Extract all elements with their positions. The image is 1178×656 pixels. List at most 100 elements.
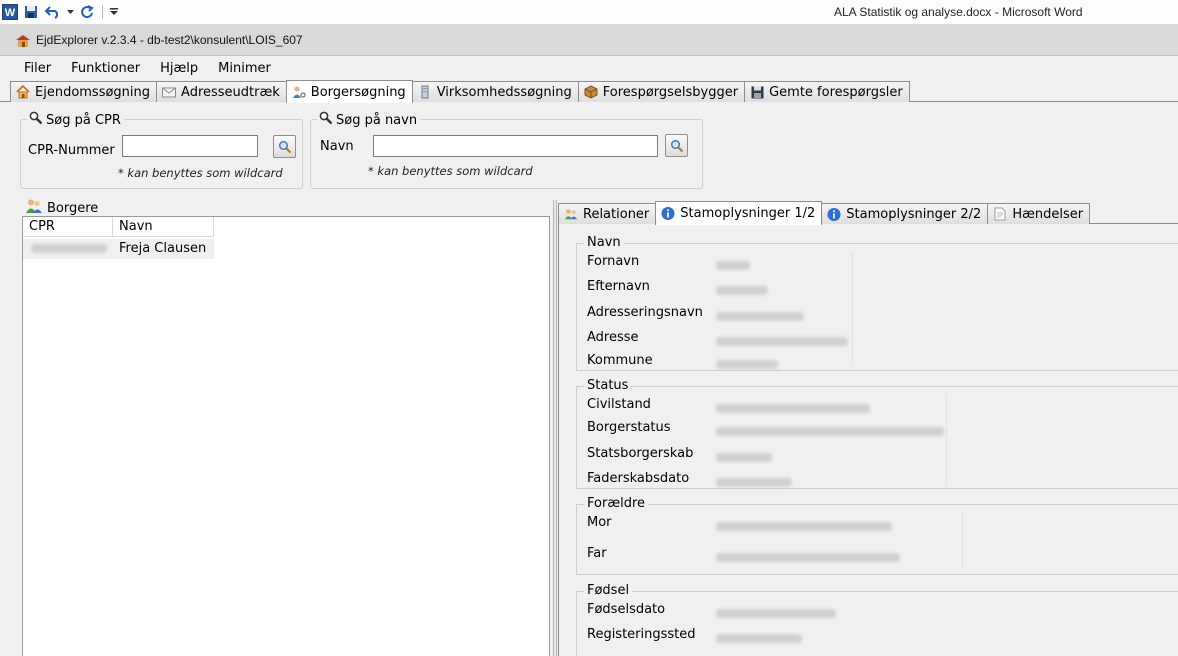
column-header-cpr[interactable]: CPR bbox=[23, 217, 113, 237]
tab-forespoergselsbygger[interactable]: Forespørgselsbygger bbox=[577, 81, 746, 102]
foedsel-section: Fødsel bbox=[576, 583, 1178, 656]
people-icon bbox=[25, 198, 43, 218]
table-row[interactable]: Freja Clausen bbox=[23, 239, 214, 259]
tab-ejendomssoegning[interactable]: Ejendomssøgning bbox=[10, 81, 158, 102]
box-icon bbox=[584, 85, 598, 99]
search-icon bbox=[670, 139, 683, 152]
kommune-label: Kommune bbox=[587, 353, 653, 368]
name-wildcard-hint: * kan benyttes som wildcard bbox=[368, 164, 533, 178]
tab-label: Stamoplysninger 2/2 bbox=[846, 206, 982, 222]
save-icon[interactable] bbox=[22, 3, 40, 21]
tab-label: Forespørgselsbygger bbox=[602, 84, 739, 100]
people-icon bbox=[564, 207, 578, 221]
person-icon bbox=[292, 85, 306, 99]
adresseringsnavn-label: Adresseringsnavn bbox=[587, 305, 703, 320]
cpr-search-button[interactable] bbox=[273, 135, 296, 158]
menu-hjaelp[interactable]: Hjælp bbox=[150, 61, 208, 76]
registeringssted-label: Registeringssted bbox=[587, 627, 696, 642]
customize-toolbar-icon[interactable] bbox=[109, 3, 119, 21]
civilstand-value-redacted bbox=[716, 401, 870, 416]
tab-label: Hændelser bbox=[1012, 206, 1084, 222]
faderskabsdato-label: Faderskabsdato bbox=[587, 471, 690, 486]
tab-label: Ejendomssøgning bbox=[35, 84, 151, 100]
tab-adresseudtraek[interactable]: Adresseudtræk bbox=[156, 81, 287, 102]
column-separator bbox=[946, 395, 947, 485]
statsborgerskab-value-redacted bbox=[716, 450, 772, 465]
menu-filer[interactable]: Filer bbox=[14, 61, 61, 76]
kommune-value-redacted bbox=[716, 357, 778, 372]
adresseringsnavn-value-redacted bbox=[716, 309, 804, 324]
tab-label: Relationer bbox=[583, 206, 650, 222]
menu-funktioner[interactable]: Funktioner bbox=[61, 61, 150, 76]
cpr-search-title: Søg på CPR bbox=[46, 112, 121, 128]
envelope-icon bbox=[162, 85, 177, 99]
word-document-title: ALA Statistik og analyse.docx - Microsof… bbox=[834, 5, 1083, 19]
menu-bar: Filer Funktioner Hjælp Minimer bbox=[0, 57, 1178, 79]
mor-label: Mor bbox=[587, 515, 612, 530]
magnifier-icon bbox=[319, 111, 333, 129]
cpr-cell-redacted bbox=[31, 239, 107, 259]
fornavn-value-redacted bbox=[716, 258, 750, 273]
undo-dropdown-icon[interactable] bbox=[66, 3, 74, 21]
far-value-redacted bbox=[716, 550, 900, 565]
adresse-value-redacted bbox=[716, 334, 848, 349]
info-icon bbox=[827, 207, 841, 221]
foedselsdato-label: Fødselsdato bbox=[587, 602, 666, 617]
name-input[interactable] bbox=[373, 135, 658, 157]
tab-label: Adresseudtræk bbox=[181, 84, 280, 100]
name-search-title: Søg på navn bbox=[336, 112, 418, 128]
tab-relationer[interactable]: Relationer bbox=[558, 203, 657, 224]
borgerstatus-label: Borgerstatus bbox=[587, 420, 671, 435]
foraeldre-section-title: Forældre bbox=[584, 496, 648, 511]
panel-splitter[interactable] bbox=[553, 200, 557, 656]
info-icon bbox=[661, 206, 675, 221]
app-title-bar: EjdExplorer v.2.3.4 - db-test2\konsulent… bbox=[0, 25, 1178, 56]
tab-virksomhedssoegning[interactable]: Virksomhedssøgning bbox=[411, 81, 579, 102]
column-separator bbox=[962, 512, 963, 570]
toolbar-separator bbox=[102, 5, 103, 19]
menu-minimer[interactable]: Minimer bbox=[208, 61, 281, 76]
mor-value-redacted bbox=[716, 519, 892, 534]
tab-label: Borgersøgning bbox=[310, 84, 406, 100]
tab-label: Gemte forespørgsler bbox=[769, 84, 903, 100]
efternavn-value-redacted bbox=[716, 283, 768, 298]
navn-section-title: Navn bbox=[584, 235, 624, 250]
statsborgerskab-label: Statsborgerskab bbox=[587, 446, 694, 461]
detail-tab-strip: Relationer Stamoplysninger 1/2 Stamoplys… bbox=[558, 201, 1091, 225]
word-app-icon[interactable]: W bbox=[2, 4, 18, 20]
quick-access-toolbar: W bbox=[2, 3, 119, 21]
redo-icon[interactable] bbox=[78, 3, 96, 21]
borgere-list[interactable]: CPR Navn Freja Clausen bbox=[22, 216, 550, 656]
name-cell: Freja Clausen bbox=[119, 241, 207, 256]
efternavn-label: Efternavn bbox=[587, 279, 650, 294]
magnifier-icon bbox=[29, 111, 43, 129]
tab-stamoplysninger-1[interactable]: Stamoplysninger 1/2 bbox=[655, 201, 823, 225]
building-icon bbox=[418, 85, 432, 99]
tab-label: Virksomhedssøgning bbox=[436, 84, 572, 100]
column-header-navn[interactable]: Navn bbox=[113, 217, 214, 237]
floppy-icon bbox=[750, 85, 764, 99]
fornavn-label: Fornavn bbox=[587, 254, 640, 269]
borgere-title: Borgere bbox=[47, 200, 99, 216]
cpr-search-legend: Søg på CPR bbox=[27, 111, 124, 129]
civilstand-label: Civilstand bbox=[587, 397, 651, 412]
faderskabsdato-value-redacted bbox=[716, 475, 792, 490]
search-icon bbox=[278, 140, 291, 153]
app-title: EjdExplorer v.2.3.4 - db-test2\konsulent… bbox=[36, 33, 303, 47]
tab-haendelser[interactable]: Hændelser bbox=[987, 203, 1091, 224]
ejdexplorer-app-icon bbox=[15, 33, 31, 48]
main-tab-strip: Ejendomssøgning Adresseudtræk Borgersøgn… bbox=[10, 80, 910, 103]
foedselsdato-value-redacted bbox=[716, 606, 836, 621]
cpr-nummer-label: CPR-Nummer bbox=[28, 143, 115, 158]
registeringssted-value-redacted bbox=[716, 631, 802, 646]
undo-icon[interactable] bbox=[44, 3, 62, 21]
navn-label: Navn bbox=[320, 139, 354, 154]
foedsel-section-title: Fødsel bbox=[584, 583, 633, 598]
tab-stamoplysninger-2[interactable]: Stamoplysninger 2/2 bbox=[821, 203, 989, 224]
word-title-bar: W ALA Statistik og analyse.docx - Micros… bbox=[0, 0, 1178, 25]
borgerstatus-value-redacted bbox=[716, 424, 944, 439]
name-search-button[interactable] bbox=[665, 134, 688, 157]
cpr-number-input[interactable] bbox=[122, 135, 258, 157]
tab-borgersoegning[interactable]: Borgersøgning bbox=[285, 80, 413, 103]
tab-gemte-forespoergsler[interactable]: Gemte forespørgsler bbox=[744, 81, 910, 102]
